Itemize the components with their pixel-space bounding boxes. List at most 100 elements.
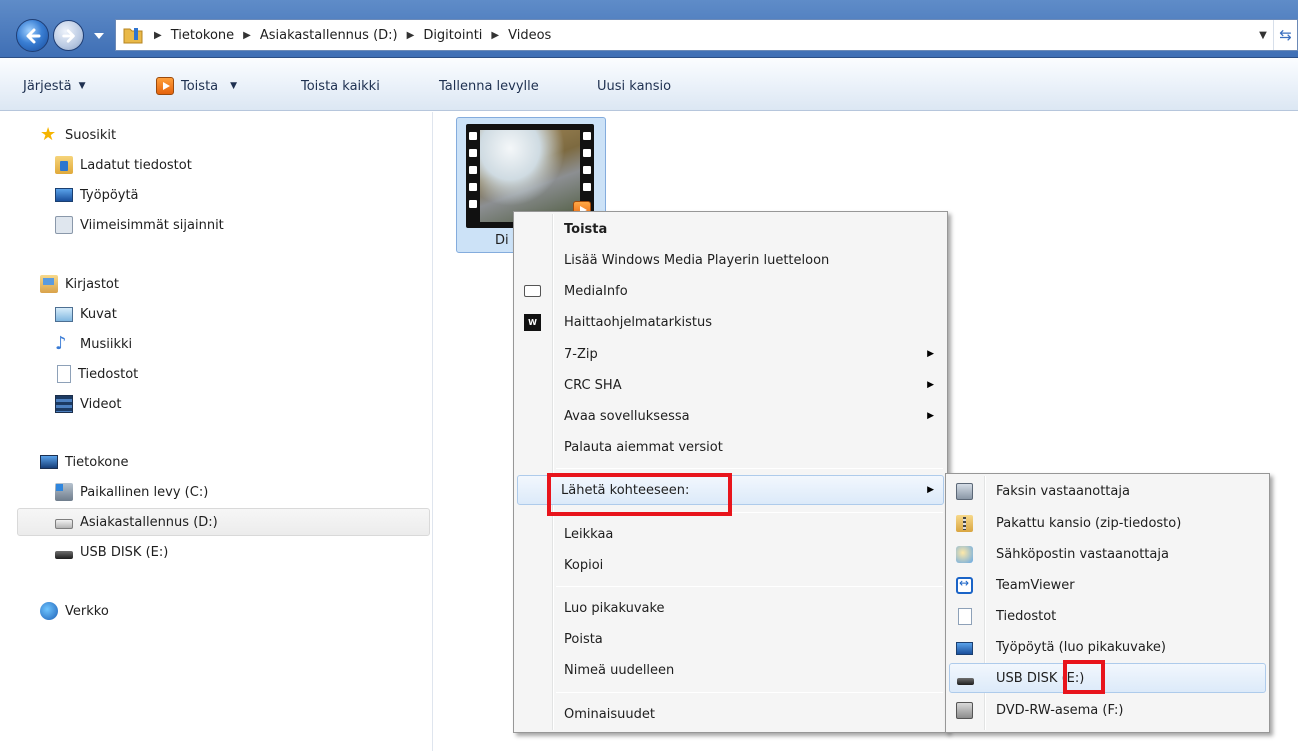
breadcrumb-videos[interactable]: Videos [508, 28, 551, 43]
menu-item-label: Haittaohjelmatarkistus [564, 314, 712, 330]
film-sprocket [469, 183, 477, 191]
nav-desktop-label: Työpöytä [80, 187, 139, 203]
menu-item-restore-versions[interactable]: Palauta aiemmat versiot [517, 432, 944, 462]
breadcrumb-separator-icon[interactable]: ▶ [243, 30, 251, 41]
menu-item-label: Toista [564, 221, 608, 237]
new-folder-button[interactable]: Uusi kansio [597, 76, 671, 96]
teamviewer-icon [956, 576, 973, 594]
nav-network[interactable]: Verkko [40, 599, 109, 623]
address-history-dropdown-icon[interactable]: ▼ [1255, 20, 1271, 50]
pictures-icon [55, 306, 73, 322]
nav-computer[interactable]: Tietokone [40, 450, 128, 474]
submenu-arrow-icon: ▶ [927, 349, 934, 359]
usb-drive-icon [55, 550, 73, 559]
sendto-fax-recipient[interactable]: Faksin vastaanottaja [949, 476, 1266, 506]
nav-favorites[interactable]: ★ Suosikit [40, 123, 116, 147]
address-field[interactable]: ▶ Tietokone ▶ Asiakastallennus (D:) ▶ Di… [115, 19, 1298, 51]
send-to-submenu: Faksin vastaanottaja Pakattu kansio (zip… [945, 473, 1270, 733]
menu-item-label: Lisää Windows Media Playerin luetteloon [564, 252, 830, 268]
sendto-zip-folder[interactable]: Pakattu kansio (zip-tiedosto) [949, 508, 1266, 538]
nav-pictures-label: Kuvat [80, 306, 117, 322]
forward-button[interactable] [53, 20, 84, 51]
menu-item-label: TeamViewer [996, 577, 1075, 593]
menu-item-mediainfo[interactable]: MediaInfo [517, 276, 944, 306]
breadcrumb-drive-d[interactable]: Asiakastallennus (D:) [260, 28, 398, 43]
nav-downloads[interactable]: Ladatut tiedostot [55, 153, 192, 177]
nav-drive-e[interactable]: USB DISK (E:) [55, 540, 168, 564]
context-menu: Toista Lisää Windows Media Playerin luet… [513, 211, 948, 733]
menu-item-7zip[interactable]: 7-Zip ▶ [517, 339, 944, 369]
nav-libraries-label: Kirjastot [65, 276, 119, 292]
nav-drive-c[interactable]: Paikallinen levy (C:) [55, 480, 208, 504]
nav-drive-c-label: Paikallinen levy (C:) [80, 484, 209, 500]
nav-drive-d-label: Asiakastallennus (D:) [80, 514, 218, 530]
nav-pictures[interactable]: Kuvat [55, 302, 117, 326]
sendto-documents[interactable]: Tiedostot [949, 601, 1266, 631]
menu-separator [556, 468, 943, 469]
sendto-dvd-drive[interactable]: DVD-RW-asema (F:) [949, 695, 1266, 725]
menu-item-malware-scan[interactable]: W Haittaohjelmatarkistus [517, 307, 944, 337]
command-bar: Järjestä ▼ Toista ▼ Toista kaikki Tallen… [0, 58, 1298, 111]
film-sprocket [469, 149, 477, 157]
breadcrumb-separator-icon[interactable]: ▶ [491, 30, 499, 41]
menu-item-delete[interactable]: Poista [517, 624, 944, 654]
nav-desktop[interactable]: Työpöytä [55, 183, 139, 207]
nav-libraries[interactable]: Kirjastot [40, 272, 119, 296]
nav-recent[interactable]: Viimeisimmät sijainnit [55, 213, 224, 237]
menu-item-copy[interactable]: Kopioi [517, 550, 944, 580]
menu-item-crc-sha[interactable]: CRC SHA ▶ [517, 370, 944, 400]
computer-icon [40, 455, 58, 469]
menu-item-label: 7-Zip [564, 346, 598, 362]
play-all-button[interactable]: Toista kaikki [301, 76, 380, 96]
play-button[interactable]: Toista ▼ [156, 76, 237, 96]
nav-network-label: Verkko [65, 603, 109, 619]
recent-pages-dropdown-icon[interactable] [93, 31, 105, 41]
organize-button[interactable]: Järjestä ▼ [23, 76, 86, 96]
sendto-teamviewer[interactable]: TeamViewer [949, 570, 1266, 600]
music-note-icon: ♪ [55, 333, 67, 354]
nav-music[interactable]: ♪ Musiikki [55, 332, 132, 356]
chevron-down-icon: ▼ [78, 81, 86, 91]
sendto-desktop-shortcut[interactable]: Työpöytä (luo pikakuvake) [949, 632, 1266, 662]
menu-item-label: Pakattu kansio (zip-tiedosto) [996, 515, 1182, 531]
nav-drive-d[interactable]: Asiakastallennus (D:) [55, 510, 218, 534]
menu-item-cut[interactable]: Leikkaa [517, 519, 944, 549]
menu-item-create-shortcut[interactable]: Luo pikakuvake [517, 593, 944, 623]
breadcrumb-separator-icon[interactable]: ▶ [154, 30, 162, 41]
mail-icon [956, 546, 973, 563]
nav-computer-label: Tietokone [65, 454, 129, 470]
menu-separator [556, 586, 943, 587]
menu-item-open-with[interactable]: Avaa sovelluksessa ▶ [517, 401, 944, 431]
menu-item-label: MediaInfo [564, 283, 628, 299]
menu-item-label: Avaa sovelluksessa [564, 408, 690, 424]
desktop-icon [956, 642, 973, 655]
breadcrumb-digitointi[interactable]: Digitointi [423, 28, 482, 43]
address-bar-area: ▶ Tietokone ▶ Asiakastallennus (D:) ▶ Di… [0, 0, 1298, 58]
nav-drive-e-label: USB DISK (E:) [80, 544, 169, 560]
menu-item-add-to-wmp-list[interactable]: Lisää Windows Media Playerin luetteloon [517, 245, 944, 275]
menu-item-label: Kopioi [564, 557, 604, 573]
burn-button[interactable]: Tallenna levylle [439, 76, 539, 96]
breadcrumb-computer[interactable]: Tietokone [171, 28, 234, 43]
star-icon: ★ [40, 124, 57, 145]
menu-item-play[interactable]: Toista [517, 214, 944, 244]
usb-drive-icon [957, 678, 974, 685]
folder-icon [123, 28, 143, 44]
sendto-usb-disk[interactable]: USB DISK (E:) [949, 663, 1266, 693]
sendto-mail-recipient[interactable]: Sähköpostin vastaanottaja [949, 539, 1266, 569]
film-sprocket [583, 149, 591, 157]
play-label: Toista [181, 78, 219, 94]
refresh-icon[interactable]: ⇆ [1273, 20, 1297, 50]
nav-music-label: Musiikki [80, 336, 133, 352]
nav-documents[interactable]: Tiedostot [55, 362, 138, 386]
back-button[interactable] [16, 19, 49, 52]
breadcrumb-separator-icon[interactable]: ▶ [407, 30, 415, 41]
dvd-drive-icon [956, 702, 973, 719]
nav-downloads-label: Ladatut tiedostot [80, 157, 192, 173]
submenu-arrow-icon: ▶ [927, 380, 934, 390]
menu-item-rename[interactable]: Nimeä uudelleen [517, 655, 944, 685]
nav-videos-label: Videot [80, 396, 122, 412]
nav-videos[interactable]: Videot [55, 392, 122, 416]
video-film-icon [55, 395, 73, 413]
menu-item-properties[interactable]: Ominaisuudet [517, 699, 944, 729]
